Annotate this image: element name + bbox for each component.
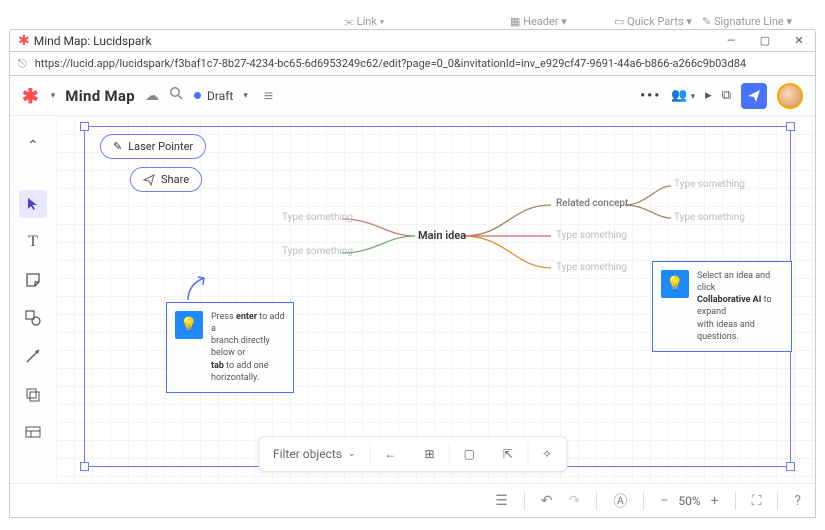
browser-address-bar: ⎋ https://lucid.app/lucidspark/f3baf1c7-… [9, 52, 816, 76]
menu-icon[interactable]: ≡ [264, 86, 273, 106]
present-icon[interactable]: ▸ [705, 88, 712, 103]
resize-handle-br[interactable] [786, 462, 795, 471]
branch-right-1b[interactable]: Type something [674, 212, 745, 223]
ai-tip: 💡 Select an idea and click Collaborative… [652, 261, 792, 352]
frame-button[interactable]: ▢ [450, 447, 489, 461]
window-close-button[interactable]: ✕ [791, 34, 807, 47]
share-button[interactable] [741, 83, 767, 109]
user-avatar[interactable] [777, 83, 803, 109]
magic-button[interactable]: ✧ [528, 447, 566, 461]
status-chevron-icon: ▾ [243, 91, 248, 101]
zoom-controls: − 50% + [660, 493, 718, 509]
outline-icon[interactable]: ☰ [495, 493, 508, 509]
cloud-sync-icon[interactable]: ☁ [145, 88, 159, 104]
collab-controls: 👥 ▾ ▸ ⧉ [671, 83, 803, 109]
app-asterisk-icon: ✱ [18, 33, 30, 49]
template-tool[interactable] [19, 418, 47, 446]
bg-sigline-toolbar: ✎ Signature Line ▾ [702, 15, 792, 28]
frame-tool[interactable] [19, 380, 47, 408]
status-dot-icon [194, 92, 201, 99]
zoom-in-button[interactable]: + [711, 493, 719, 509]
window-title: Mind Map: Lucidspark [34, 34, 705, 48]
branch-right-3[interactable]: Type something [556, 262, 627, 273]
more-menu[interactable]: ••• [640, 88, 661, 104]
align-back-button[interactable]: ← [371, 447, 411, 461]
accessibility-icon[interactable]: Ⓐ [613, 491, 627, 511]
collapse-up-button[interactable]: ⌃ [19, 132, 47, 160]
filter-toolbar: Filter objects⌄ ← ⊞ ▢ ⇱ ✧ [258, 436, 567, 472]
document-title[interactable]: Mind Map [65, 87, 135, 105]
center-node[interactable]: Main idea [418, 229, 466, 242]
branch-right-2[interactable]: Type something [556, 230, 627, 241]
lucid-logo-icon[interactable]: ✱ [22, 84, 41, 108]
help-button[interactable]: ? [794, 493, 801, 509]
window-minimize-button[interactable]: — [723, 34, 739, 47]
export-button[interactable]: ⇱ [489, 447, 527, 461]
bottom-status-bar: ☰ ↶ ↷ Ⓐ − 50% + ⛶ ? [10, 483, 815, 517]
branch-right-1[interactable]: Related concept [556, 198, 628, 209]
lightbulb-icon: 💡 [661, 270, 689, 298]
status-dropdown[interactable]: Draft ▾ [194, 89, 248, 103]
keyboard-tip: 💡 Press enter to add a branch directly b… [166, 302, 294, 393]
redo-button[interactable]: ↷ [569, 493, 581, 509]
logo-chevron-icon[interactable]: ▾ [51, 91, 56, 101]
branch-left-bottom[interactable]: Type something [282, 246, 353, 257]
line-tool[interactable] [19, 342, 47, 370]
tip-arrow-icon [182, 274, 212, 304]
app-frame: ✱ ▾ Mind Map ☁ Draft ▾ ≡ ••• 👥 ▾ ▸ ⧉ ⌃ [9, 76, 816, 518]
bg-link-toolbar: ⫘ Link ▾ [344, 15, 384, 29]
search-icon[interactable] [169, 86, 184, 105]
status-label: Draft [207, 89, 233, 103]
canvas[interactable]: ✎ Laser Pointer Share Main idea Type som… [56, 116, 815, 483]
shapes-tool[interactable] [19, 304, 47, 332]
fit-screen-button[interactable]: ⛶ [752, 493, 762, 509]
window-titlebar: ✱ Mind Map: Lucidspark — ▢ ✕ [9, 29, 816, 52]
bg-header-toolbar: ▦ Header ▾ [510, 15, 567, 28]
zoom-value[interactable]: 50% [678, 494, 700, 508]
lightbulb-icon: 💡 [175, 311, 203, 339]
filter-objects-dropdown[interactable]: Filter objects⌄ [259, 447, 370, 461]
zoom-out-button[interactable]: − [660, 493, 668, 509]
cursor-tool[interactable] [19, 190, 47, 218]
site-info-icon[interactable]: ⎋ [18, 57, 27, 71]
bg-quickparts-toolbar: ▭ Quick Parts ▾ [614, 15, 692, 28]
sticky-note-tool[interactable] [19, 266, 47, 294]
undo-button[interactable]: ↶ [541, 493, 553, 509]
collaborators-icon[interactable]: 👥 ▾ [671, 88, 695, 103]
branch-right-1a[interactable]: Type something [674, 179, 745, 190]
left-toolbar: ⌃ T ⌄ [16, 132, 50, 518]
url-text[interactable]: https://lucid.app/lucidspark/f3baf1c7-8b… [35, 57, 746, 70]
app-header: ✱ ▾ Mind Map ☁ Draft ▾ ≡ ••• 👥 ▾ ▸ ⧉ [10, 76, 815, 116]
align-grid-button[interactable]: ⊞ [411, 447, 449, 461]
record-icon[interactable]: ⧉ [722, 88, 731, 103]
resize-handle-bl[interactable] [80, 462, 89, 471]
branch-left-top[interactable]: Type something [282, 212, 353, 223]
window-maximize-button[interactable]: ▢ [757, 34, 773, 47]
text-tool[interactable]: T [19, 228, 47, 256]
